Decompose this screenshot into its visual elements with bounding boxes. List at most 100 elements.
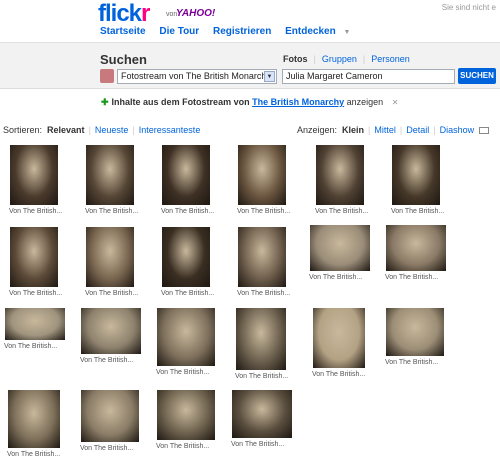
search-source-select[interactable]: Fotostream von The British Monarchy ▼ [117,69,277,84]
photo-item[interactable]: Von The British... [391,145,444,217]
photo-item[interactable]: Von The British... [161,227,214,299]
photo-caption[interactable]: Von The British... [156,443,209,450]
photo-item[interactable]: Von The British... [385,308,444,368]
chevron-down-icon[interactable]: ▼ [343,29,350,36]
nav-explore[interactable]: Entdecken [285,26,336,37]
photo-item[interactable]: Von The British... [156,390,215,452]
photo-item[interactable]: Von The British... [309,225,370,283]
photo-thumbnail[interactable] [8,390,60,448]
photo-caption[interactable]: Von The British... [85,208,138,215]
photo-item[interactable]: Von The British... [385,225,446,283]
divider: | [362,54,366,64]
photo-thumbnail[interactable] [157,308,215,366]
photo-thumbnail[interactable] [81,390,139,442]
photo-thumbnail[interactable] [236,308,286,370]
view-slideshow[interactable]: Diashow [440,125,475,135]
tab-people[interactable]: Personen [371,54,410,64]
plus-icon: ✚ [101,97,109,107]
owner-link[interactable]: The British Monarchy [252,97,344,107]
photo-caption[interactable]: Von The British... [237,290,290,297]
photo-thumbnail[interactable] [313,308,365,368]
photo-thumbnail[interactable] [238,145,286,205]
photo-item[interactable]: Von The British... [315,145,368,217]
not-you-link[interactable]: Sie sind nicht e [442,3,496,12]
sort-newest[interactable]: Neueste [95,125,129,135]
photo-item[interactable]: Von The British... [237,145,290,217]
photo-caption[interactable]: Von The British... [9,208,62,215]
photo-caption[interactable]: Von The British... [85,290,138,297]
tab-groups[interactable]: Gruppen [322,54,357,64]
photo-thumbnail[interactable] [310,225,370,271]
photo-caption[interactable]: Von The British... [315,208,368,215]
photo-item[interactable]: Von The British... [80,390,139,454]
photo-item[interactable]: Von The British... [80,308,141,366]
photo-item[interactable]: Von The British... [85,145,138,217]
photo-caption[interactable]: Von The British... [391,208,444,215]
photo-caption[interactable]: Von The British... [7,451,60,458]
photo-thumbnail[interactable] [386,225,446,271]
photo-item[interactable]: Von The British... [312,308,365,380]
tab-photos[interactable]: Fotos [283,54,308,64]
photo-thumbnail[interactable] [316,145,364,205]
photo-item[interactable]: Von The British... [161,145,214,217]
photo-thumbnail[interactable] [10,227,58,287]
photo-caption[interactable]: Von The British... [161,290,214,297]
scope-note-prefix: Inhalte aus dem Fotostream von [111,97,250,107]
photo-item[interactable]: Von The British... [7,390,60,460]
photo-caption[interactable]: Von The British... [161,208,214,215]
yahoo-logo: YAHOO! [176,8,216,19]
photo-thumbnail[interactable] [86,145,134,205]
dropdown-arrow-icon[interactable]: ▼ [264,71,275,82]
slideshow-icon[interactable] [479,127,490,135]
sort-bar: Sortieren: Relevant | Neueste | Interessantes… [0,125,500,137]
nav-home[interactable]: Startseite [100,26,146,37]
divider: | [132,125,135,135]
photo-thumbnail[interactable] [238,227,286,287]
photo-thumbnail[interactable] [162,145,210,205]
photo-thumbnail[interactable] [386,308,444,356]
photo-item[interactable]: Von The British... [9,227,62,299]
flickr-logo[interactable]: flickr [98,0,150,28]
photo-caption[interactable]: Von The British... [385,274,438,281]
photo-item[interactable]: Von The British... [235,308,288,382]
photo-item[interactable]: Von The British... [85,227,138,299]
nav-register[interactable]: Registrieren [213,26,271,37]
photo-thumbnail[interactable] [5,308,65,340]
photo-thumbnail[interactable] [232,390,292,438]
photo-item[interactable]: Von The British... [156,308,215,378]
view-small[interactable]: Klein [342,125,364,135]
photo-thumbnail[interactable] [392,145,440,205]
logo-accent: r [141,0,150,27]
sort-interesting[interactable]: Interessanteste [139,125,201,135]
photo-caption[interactable]: Von The British... [237,208,290,215]
photo-thumbnail[interactable] [157,390,215,440]
photo-caption[interactable]: Von The British... [312,371,365,378]
view-medium[interactable]: Mittel [374,125,396,135]
view-detail[interactable]: Detail [406,125,429,135]
view-label: Anzeigen: [297,125,338,135]
close-icon[interactable]: ✕ [392,98,399,107]
photo-caption[interactable]: Von The British... [235,373,288,380]
photo-caption[interactable]: Von The British... [385,359,438,366]
photo-thumbnail[interactable] [81,308,141,354]
sort-relevant[interactable]: Relevant [47,125,85,135]
photo-caption[interactable]: Von The British... [231,441,284,448]
photo-caption[interactable]: Von The British... [9,290,62,297]
search-button[interactable]: SUCHEN [458,68,496,84]
search-input[interactable]: Julia Margaret Cameron [282,69,455,84]
photo-item[interactable]: Von The British... [4,308,65,352]
photo-thumbnail[interactable] [10,145,58,205]
photo-caption[interactable]: Von The British... [80,357,133,364]
photo-caption[interactable]: Von The British... [4,343,57,350]
photo-thumbnail[interactable] [162,227,210,287]
divider: | [399,125,403,135]
photo-thumbnail[interactable] [86,227,134,287]
photo-item[interactable]: Von The British... [231,390,292,450]
photo-caption[interactable]: Von The British... [309,274,362,281]
photo-item[interactable]: Von The British... [237,227,290,299]
photo-caption[interactable]: Von The British... [156,369,209,376]
photo-item[interactable]: Von The British... [9,145,62,217]
search-source-value: Fotostream von The British Monarchy [121,71,271,81]
photo-caption[interactable]: Von The British... [80,445,133,452]
nav-tour[interactable]: Die Tour [159,26,199,37]
